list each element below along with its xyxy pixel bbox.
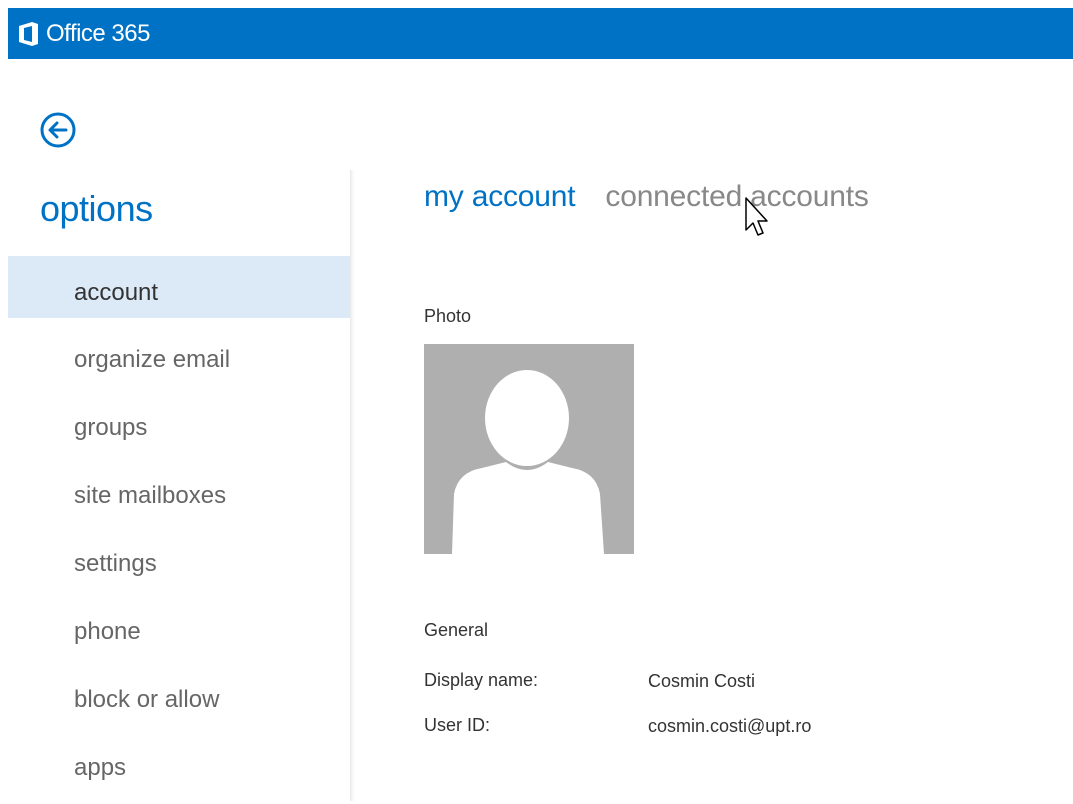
sidebar-item-block-or-allow[interactable]: block or allow xyxy=(8,664,352,726)
back-arrow-circle-icon xyxy=(40,112,76,148)
options-title: options xyxy=(40,188,153,229)
tab-my-account[interactable]: my account xyxy=(424,180,576,214)
user-id-label: User ID: xyxy=(424,715,491,735)
sidebar-item-groups[interactable]: groups xyxy=(8,392,352,454)
office-logo-icon[interactable] xyxy=(12,17,46,51)
tab-connected-accounts[interactable]: connected accounts xyxy=(605,180,868,214)
user-id-value: cosmin.costi@upt.ro xyxy=(648,716,812,736)
sidebar-item-account[interactable]: account xyxy=(8,256,352,318)
sidebar-item-phone[interactable]: phone xyxy=(8,596,352,658)
sidebar-item-apps[interactable]: apps xyxy=(8,732,352,794)
account-tabs: my account connected accounts xyxy=(424,180,1064,214)
sidebar-item-settings[interactable]: settings xyxy=(8,528,352,590)
general-label: General xyxy=(424,620,489,640)
photo-label: Photo xyxy=(424,306,472,326)
display-name-label: Display name: xyxy=(424,670,539,690)
back-button[interactable] xyxy=(38,110,78,150)
options-sidebar: options account organize email groups si… xyxy=(8,170,352,801)
sidebar-item-organize-email[interactable]: organize email xyxy=(8,324,352,386)
top-bar: Office 365 xyxy=(8,8,1073,59)
app-brand[interactable]: Office 365 xyxy=(46,20,150,48)
sidebar-item-site-mailboxes[interactable]: site mailboxes xyxy=(8,460,352,522)
options-nav: account organize email groups site mailb… xyxy=(8,256,352,800)
default-person-avatar-icon xyxy=(452,370,604,554)
display-name-value: Cosmin Costi xyxy=(648,671,756,691)
sidebar-divider xyxy=(350,170,355,801)
main-content: my account connected accounts Photo Gene… xyxy=(424,180,1064,736)
profile-photo[interactable] xyxy=(424,344,634,554)
